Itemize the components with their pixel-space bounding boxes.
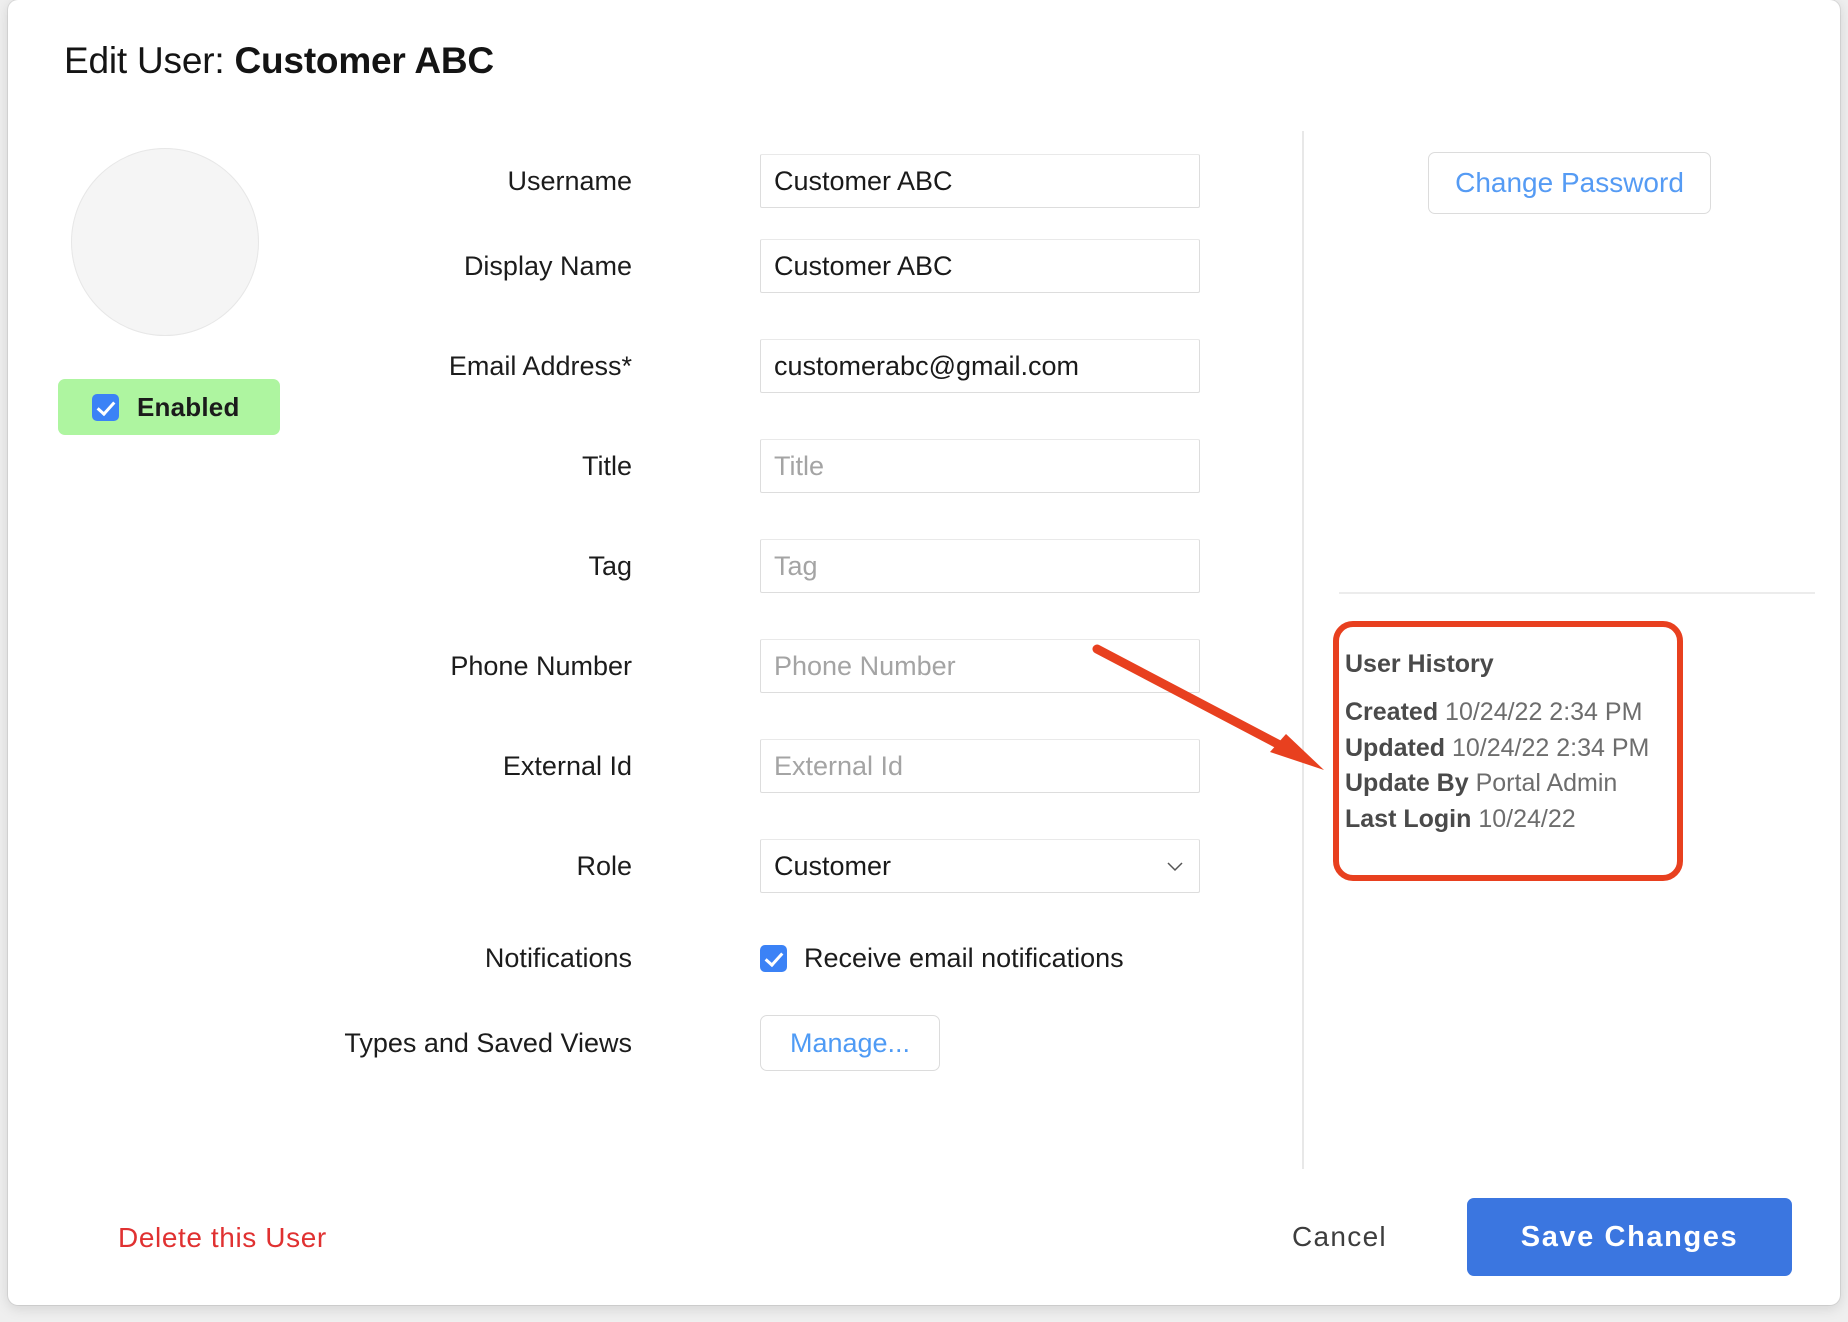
user-history-row-updated: Updated 10/24/22 2:34 PM [1345, 731, 1675, 767]
page-title-username: Customer ABC [234, 40, 495, 81]
panel-divider [1302, 131, 1304, 1169]
input-external-id[interactable] [760, 739, 1200, 793]
user-history-label-updated: Updated [1345, 733, 1445, 762]
input-phone[interactable] [760, 639, 1200, 693]
user-history-label-update-by: Update By [1345, 769, 1469, 797]
field-row-phone: Phone Number [8, 638, 1200, 694]
user-history-row-created: Created 10/24/22 2:34 PM [1345, 695, 1675, 731]
label-types-saved-views: Types and Saved Views [344, 1027, 632, 1058]
input-tag[interactable] [760, 539, 1200, 593]
label-notifications: Notifications [484, 942, 632, 973]
receive-email-label: Receive email notifications [804, 942, 1124, 973]
field-row-types-saved-views: Types and Saved Views Manage... [8, 1015, 1200, 1071]
input-display-name[interactable] [760, 239, 1200, 293]
label-tag: Tag [588, 550, 632, 581]
enabled-checkbox-icon[interactable] [92, 393, 119, 421]
field-row-username: Username [8, 153, 1200, 209]
change-password-button[interactable]: Change Password [1428, 152, 1711, 214]
user-history-label-created: Created [1345, 698, 1439, 726]
label-username: Username [507, 165, 632, 196]
label-external-id: External Id [502, 750, 632, 781]
cancel-button[interactable]: Cancel [1292, 1221, 1387, 1253]
user-history-value-updated: 10/24/22 2:34 PM [1451, 733, 1650, 762]
role-select-wrapper[interactable]: Customer [760, 839, 1200, 893]
manage-button[interactable]: Manage... [760, 1015, 940, 1071]
label-display-name: Display Name [463, 250, 632, 281]
user-history-value-update-by: Portal Admin [1475, 769, 1618, 797]
right-panel-divider [1339, 592, 1815, 594]
field-row-display-name: Display Name [8, 238, 1200, 294]
receive-email-checkbox-icon[interactable] [760, 944, 787, 972]
select-role[interactable]: Customer [760, 839, 1200, 893]
input-email[interactable] [760, 339, 1200, 393]
user-history-value-last-login: 10/24/22 [1478, 804, 1576, 833]
label-phone: Phone Number [450, 650, 632, 681]
user-history-value-created: 10/24/22 2:34 PM [1445, 698, 1643, 726]
user-history-row-last-login: Last Login 10/24/22 [1345, 802, 1675, 838]
user-history-row-update-by: Update By Portal Admin [1345, 766, 1675, 802]
field-row-tag: Tag [8, 538, 1200, 594]
input-username[interactable] [760, 154, 1200, 208]
edit-user-dialog: Edit User: Customer ABC Enabled Username… [8, 0, 1840, 1305]
label-role: Role [576, 850, 632, 881]
page-title: Edit User: Customer ABC [64, 40, 494, 82]
notifications-checkbox-row[interactable]: Receive email notifications [760, 943, 1124, 974]
field-row-email: Email Address* [8, 338, 1200, 394]
field-row-notifications: Notifications Receive email notification… [8, 930, 1200, 986]
delete-user-link[interactable]: Delete this User [118, 1222, 327, 1254]
field-row-role: Role Customer [8, 838, 1200, 894]
user-history-label-last-login: Last Login [1345, 804, 1472, 833]
input-title[interactable] [760, 439, 1200, 493]
enabled-label: Enabled [137, 391, 240, 422]
page-title-prefix: Edit User: [64, 40, 235, 81]
save-changes-button[interactable]: Save Changes [1467, 1198, 1792, 1276]
user-history-title: User History [1345, 650, 1494, 678]
label-email: Email Address* [448, 350, 632, 381]
label-title: Title [581, 450, 632, 481]
user-history-panel: User History Created 10/24/22 2:34 PM Up… [1345, 650, 1675, 837]
field-row-title: Title [8, 438, 1200, 494]
field-row-external-id: External Id [8, 738, 1200, 794]
screenshot-root: Edit User: Customer ABC Enabled Username… [0, 0, 1848, 1322]
